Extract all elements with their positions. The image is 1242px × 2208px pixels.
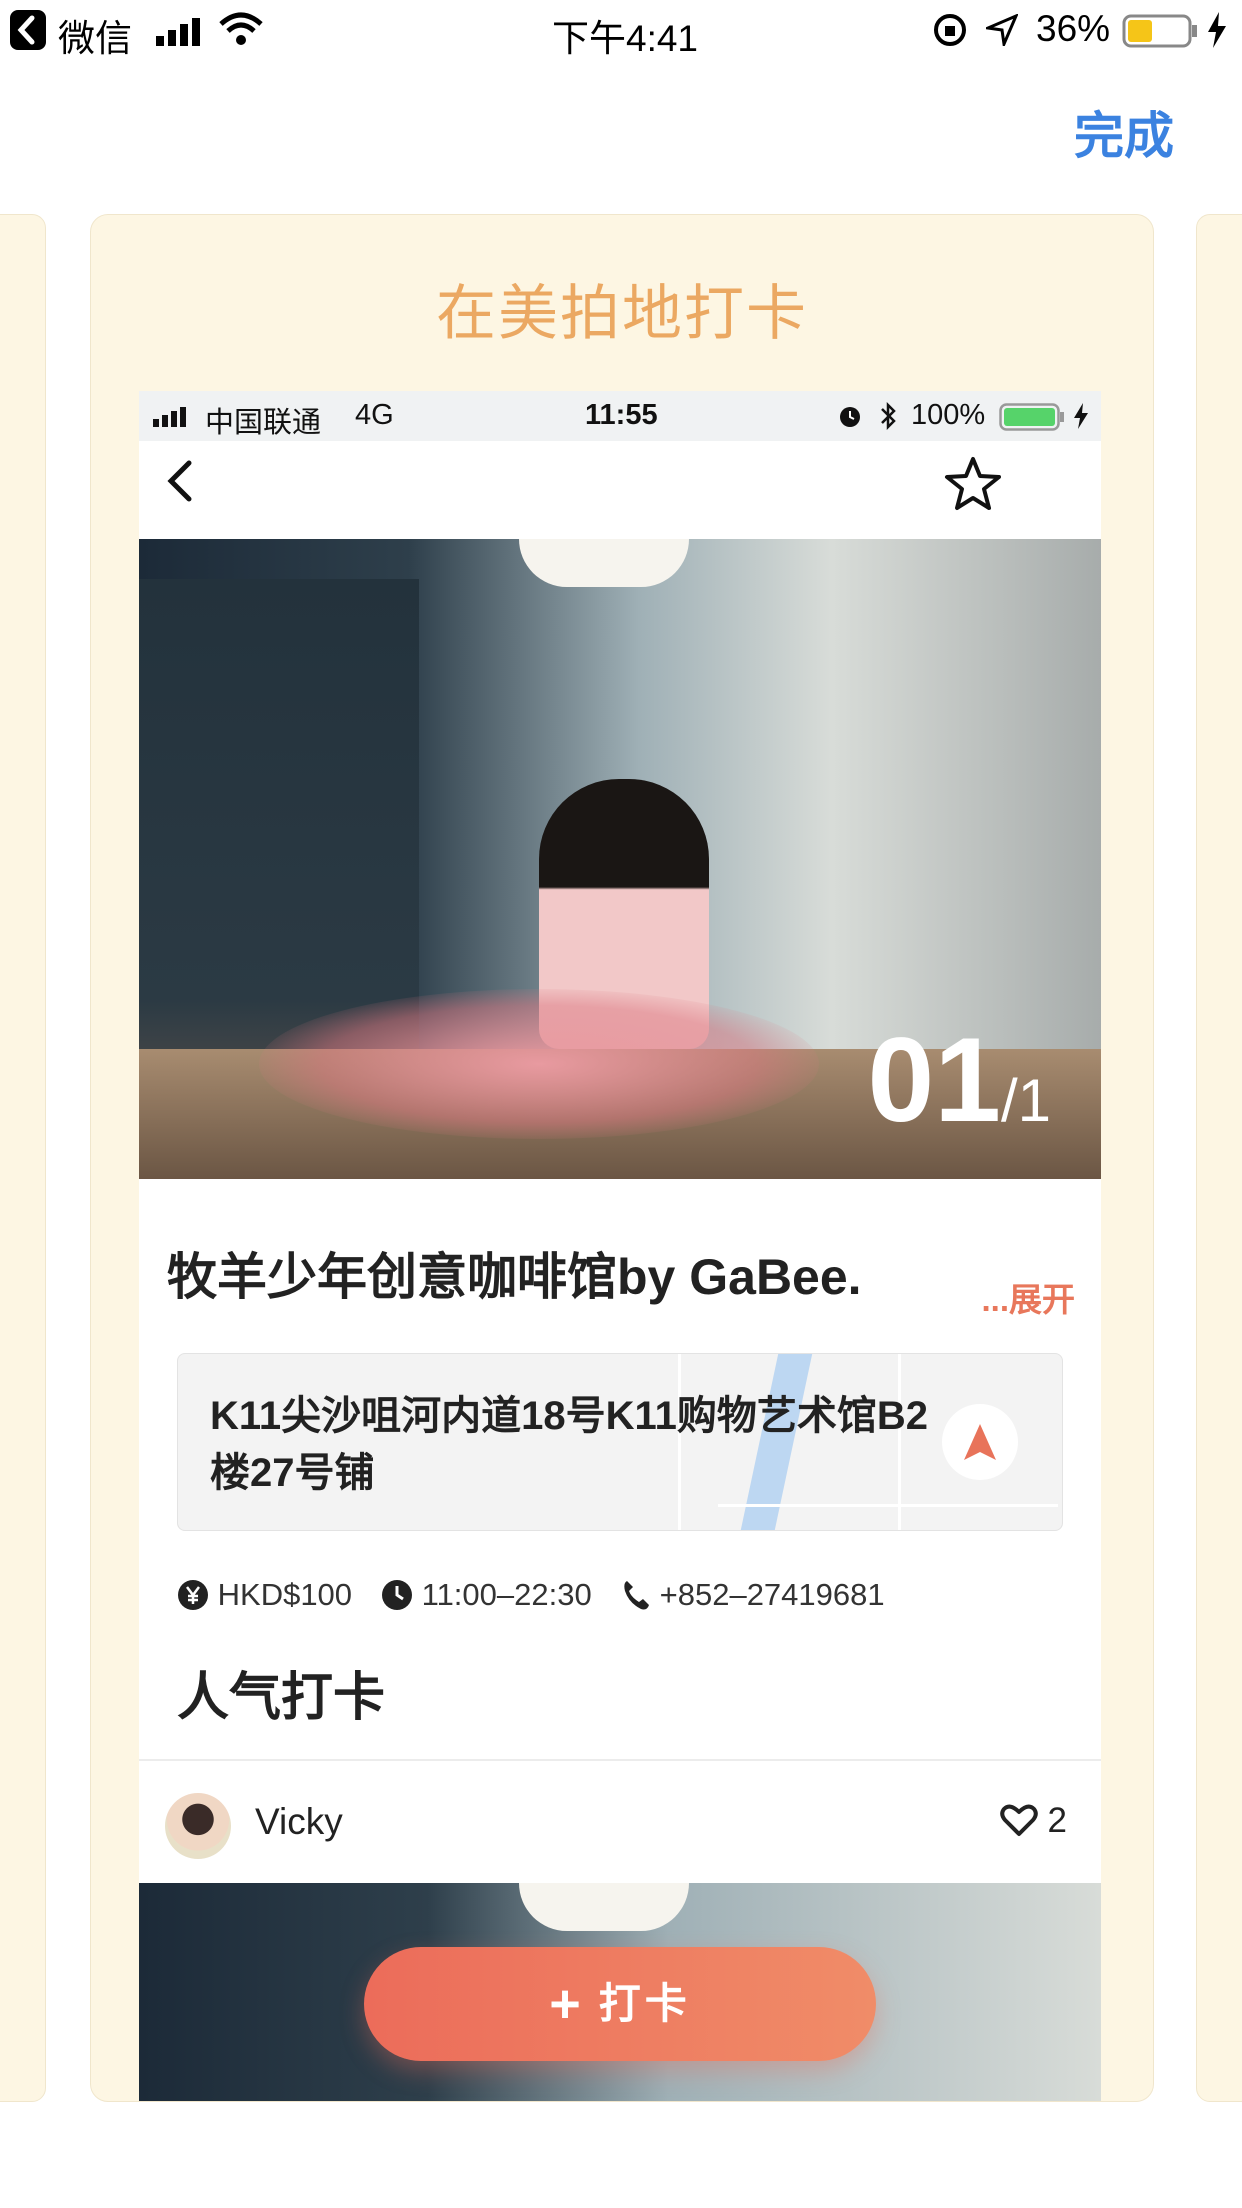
inner-nav-bar <box>139 441 1101 539</box>
plus-icon: + <box>549 1974 585 2034</box>
inner-bluetooth-icon <box>881 401 896 431</box>
navigate-button[interactable] <box>942 1404 1018 1480</box>
photo-counter-current: 01 <box>867 1013 1001 1147</box>
clock-icon <box>382 1580 412 1610</box>
price-info: HKD$100 <box>177 1577 352 1613</box>
inner-battery-icon <box>999 403 1064 431</box>
inner-carrier: 中国联通 <box>205 407 322 439</box>
inner-clock: 11:55 <box>585 399 658 431</box>
card-title: 在美拍地打卡 <box>436 280 808 347</box>
battery-icon <box>1122 14 1197 48</box>
price-value: HKD$100 <box>217 1577 353 1612</box>
next-card-peek[interactable] <box>1196 214 1242 2102</box>
hours-info: 11:00–22:30 <box>381 1577 592 1613</box>
phone-preview: 中国联通 4G 11:55 100% 01/1 牧羊少年创意咖啡馆by GaBe… <box>139 391 1101 2101</box>
photo-counter: 01/1 <box>867 1011 1051 1149</box>
charging-icon <box>1208 12 1226 48</box>
phone-value: +852–27419681 <box>659 1577 885 1612</box>
yen-icon <box>178 1580 208 1610</box>
status-bar: 微信 下午4:41 36% <box>0 0 1242 62</box>
preview-card: 在美拍地打卡 中国联通 4G 11:55 100% 01/1 牧羊少年创意咖啡馆… <box>90 214 1154 2102</box>
navigation-arrow-icon <box>964 1424 996 1460</box>
wifi-icon <box>219 12 263 45</box>
post-username[interactable]: Vicky <box>255 1801 343 1843</box>
back-app-icon <box>10 10 46 50</box>
shop-name: 牧羊少年创意咖啡馆by GaBee. <box>167 1249 862 1305</box>
inner-battery-percent: 100% <box>911 399 986 431</box>
section-title: 人气打卡 <box>177 1669 386 1727</box>
rotation-lock-icon <box>934 14 966 46</box>
heart-icon <box>1000 1804 1038 1836</box>
clock: 下午4:41 <box>552 18 699 59</box>
like-button[interactable]: 2 <box>1000 1801 1067 1841</box>
favorite-star-icon[interactable] <box>943 455 1003 513</box>
done-button[interactable]: 完成 <box>1074 96 1174 168</box>
signal-icon <box>156 18 200 46</box>
expand-link[interactable]: ...展开 <box>981 1273 1075 1321</box>
checkin-button[interactable]: + 打卡 <box>364 1947 876 2061</box>
phone-info[interactable]: +852–27419681 <box>621 1577 885 1613</box>
phone-icon <box>624 1581 649 1610</box>
checkin-label: 打卡 <box>598 1980 691 2027</box>
inner-charging-icon <box>1074 403 1088 429</box>
address-text: K11尖沙咀河内道18号K11购物艺术馆B2楼27号铺 <box>210 1394 928 1495</box>
previous-card-peek[interactable] <box>0 214 46 2102</box>
divider <box>139 1759 1101 1761</box>
inner-status-bar: 中国联通 4G 11:55 100% <box>139 391 1101 441</box>
inner-signal-icon <box>153 407 186 427</box>
photo-counter-total: /1 <box>1000 1067 1051 1134</box>
hours-value: 11:00–22:30 <box>421 1577 592 1612</box>
battery-percent: 36% <box>1036 8 1111 49</box>
inner-network: 4G <box>355 399 394 431</box>
inner-alarm-icon <box>840 407 860 427</box>
avatar[interactable] <box>165 1793 231 1859</box>
back-to-app[interactable] <box>10 10 46 55</box>
like-count: 2 <box>1047 1801 1067 1840</box>
back-app-label: 微信 <box>58 18 132 59</box>
shop-photo[interactable]: 01/1 <box>139 539 1101 1179</box>
address-box[interactable]: K11尖沙咀河内道18号K11购物艺术馆B2楼27号铺 <box>177 1353 1063 1531</box>
back-icon[interactable] <box>163 457 195 505</box>
location-icon <box>986 14 1018 46</box>
